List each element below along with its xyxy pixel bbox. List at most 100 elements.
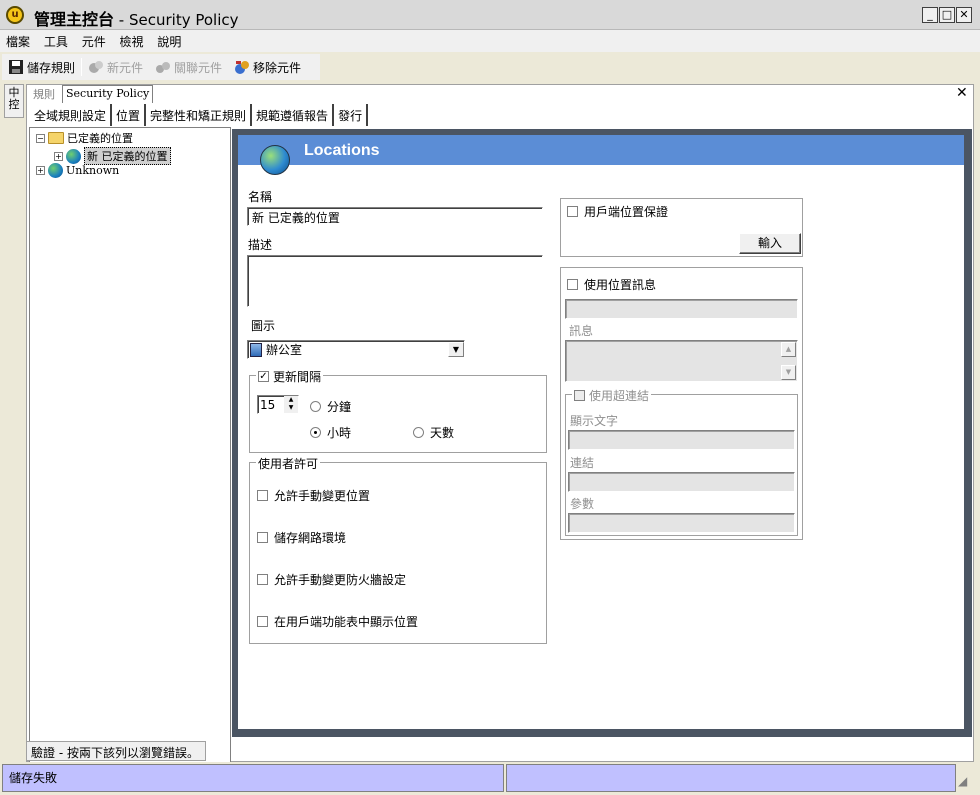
unit-minutes-option[interactable]: 分鐘 xyxy=(310,398,351,415)
office-icon xyxy=(250,342,262,357)
pane-header: Locations xyxy=(238,135,964,165)
validation-tab[interactable]: 驗證 - 按兩下該列以瀏覽錯誤。 xyxy=(26,741,206,761)
permission-row[interactable]: 允許手動變更位置 xyxy=(257,487,370,504)
globe-icon xyxy=(48,163,63,178)
window-title: 管理主控台 - Security Policy xyxy=(34,6,239,30)
title-sub: - Security Policy xyxy=(118,11,239,29)
console-side-tab[interactable]: 中控 xyxy=(4,84,24,118)
message-title-input[interactable] xyxy=(565,299,798,319)
update-interval-label: 更新間隔 xyxy=(273,370,322,384)
params-input[interactable] xyxy=(568,513,795,533)
tree-unknown-row[interactable]: + Unknown xyxy=(36,163,119,178)
display-text-label: 顯示文字 xyxy=(570,414,619,428)
use-hyperlink-label: 使用超連結 xyxy=(589,389,650,403)
resize-grip-icon[interactable]: ◢ xyxy=(958,774,974,790)
related-components-label: 關聯元件 xyxy=(174,60,223,75)
unit-hours-option[interactable]: 小時 xyxy=(310,424,351,441)
days-label: 天數 xyxy=(430,426,455,440)
tree-root-label: 已定義的位置 xyxy=(67,132,133,145)
use-message-label: 使用位置訊息 xyxy=(584,278,657,292)
permission-row[interactable]: 允許手動變更防火牆設定 xyxy=(257,571,406,588)
doc-tab-rules[interactable]: 規則 xyxy=(30,85,58,103)
display-text-input[interactable] xyxy=(568,430,795,450)
save-rules-label: 儲存規則 xyxy=(27,60,76,75)
expand-icon[interactable]: + xyxy=(54,151,63,161)
icon-select-value: 辦公室 xyxy=(266,343,303,357)
folder-icon xyxy=(48,132,64,144)
spinner-arrows-icon[interactable]: ▲ ▼ xyxy=(284,396,298,413)
minimize-button[interactable]: _ xyxy=(922,7,938,23)
menu-view[interactable]: 檢視 xyxy=(114,30,148,50)
icon-select[interactable]: 辦公室 ▼ xyxy=(247,340,465,359)
tab-compliance-report[interactable]: 規範遵循報告 xyxy=(252,104,335,126)
close-document-icon[interactable]: ✕ xyxy=(956,85,968,101)
expand-icon[interactable]: + xyxy=(36,166,45,175)
client-assurance-checkbox[interactable] xyxy=(567,206,578,217)
name-input[interactable]: 新 已定義的位置 xyxy=(247,207,543,226)
scroll-down-icon[interactable]: ▼ xyxy=(781,365,796,380)
permission-label: 儲存網路環境 xyxy=(274,531,347,545)
close-window-button[interactable]: ✕ xyxy=(956,7,972,23)
policy-subtabs: 全域規則設定 位置 完整性和矯正規則 規範遵循報告 發行 xyxy=(30,104,369,126)
use-message-row[interactable]: 使用位置訊息 xyxy=(567,276,656,293)
description-input[interactable] xyxy=(247,255,543,307)
hours-radio[interactable] xyxy=(310,427,321,438)
permission-checkbox[interactable] xyxy=(257,532,268,543)
remove-component-button[interactable]: 移除元件 xyxy=(228,56,307,78)
status-bar: 儲存失敗 ◢ xyxy=(0,762,980,795)
import-button[interactable]: 輸入 xyxy=(739,233,801,254)
chevron-down-icon[interactable]: ▼ xyxy=(448,342,464,357)
menu-help[interactable]: 說明 xyxy=(151,30,185,50)
related-components-icon xyxy=(156,62,171,73)
scroll-up-icon[interactable]: ▲ xyxy=(781,342,796,357)
interval-value: 15 xyxy=(260,397,276,412)
permission-checkbox[interactable] xyxy=(257,616,268,627)
use-message-checkbox[interactable] xyxy=(567,279,578,290)
menu-file[interactable]: 檔案 xyxy=(0,30,34,50)
days-radio[interactable] xyxy=(413,427,424,438)
permission-row[interactable]: 儲存網路環境 xyxy=(257,529,346,546)
save-rules-button[interactable]: 儲存規則 xyxy=(2,56,81,78)
new-component-label: 新元件 xyxy=(107,60,144,75)
hyperlink-group: 使用超連結 顯示文字 連結 參數 xyxy=(565,387,798,536)
tab-integrity-rules[interactable]: 完整性和矯正規則 xyxy=(146,104,253,126)
client-assurance-row[interactable]: 用戶端位置保證 xyxy=(567,203,668,220)
update-interval-checkbox[interactable]: ✓ xyxy=(258,371,269,382)
tab-global-rules[interactable]: 全域規則設定 xyxy=(30,104,113,126)
tab-locations[interactable]: 位置 xyxy=(112,104,147,126)
tree-root-row[interactable]: − 已定義的位置 xyxy=(36,130,133,146)
permission-row[interactable]: 在用戶端功能表中顯示位置 xyxy=(257,613,418,630)
name-label: 名稱 xyxy=(248,190,273,204)
user-permissions-group: 使用者許可 允許手動變更位置 儲存網路環境 允許手動變更防火牆設定 在用戶端功能… xyxy=(249,455,547,644)
interval-spinner[interactable]: 15 ▲ ▼ xyxy=(257,395,299,414)
location-message-group: 使用位置訊息 訊息 ▲ ▼ 使用超連結 顯示文字 連結 參數 xyxy=(560,267,803,540)
permission-label: 在用戶端功能表中顯示位置 xyxy=(274,615,419,629)
related-components-button[interactable]: 關聯元件 xyxy=(149,56,228,78)
title-main: 管理主控台 xyxy=(34,10,115,29)
tab-publish[interactable]: 發行 xyxy=(334,104,369,126)
message-input[interactable]: ▲ ▼ xyxy=(565,340,798,382)
status-segment-2 xyxy=(506,764,956,792)
message-label: 訊息 xyxy=(569,324,594,338)
menu-tools[interactable]: 工具 xyxy=(38,30,72,50)
title-bar: u 管理主控台 - Security Policy _ □ ✕ xyxy=(0,0,980,30)
client-assurance-group: 用戶端位置保證 輸入 xyxy=(560,198,803,257)
doc-tab-security-policy[interactable]: Security Policy xyxy=(62,85,154,103)
menu-component[interactable]: 元件 xyxy=(76,30,110,50)
use-hyperlink-checkbox[interactable] xyxy=(574,390,585,401)
unit-days-option[interactable]: 天數 xyxy=(413,424,454,441)
permission-checkbox[interactable] xyxy=(257,574,268,585)
icon-label: 圖示 xyxy=(251,319,276,333)
remove-component-icon xyxy=(235,61,250,74)
collapse-icon[interactable]: − xyxy=(36,133,45,143)
hyperlink-title: 使用超連結 xyxy=(572,387,652,404)
permission-checkbox[interactable] xyxy=(257,490,268,501)
new-component-button[interactable]: 新元件 xyxy=(82,56,149,78)
save-icon xyxy=(9,60,23,74)
link-input[interactable] xyxy=(568,472,795,492)
remove-component-label: 移除元件 xyxy=(253,60,302,75)
maximize-button[interactable]: □ xyxy=(939,7,955,23)
globe-icon xyxy=(66,148,81,164)
minutes-radio[interactable] xyxy=(310,401,321,412)
client-assurance-label: 用戶端位置保證 xyxy=(584,205,669,219)
